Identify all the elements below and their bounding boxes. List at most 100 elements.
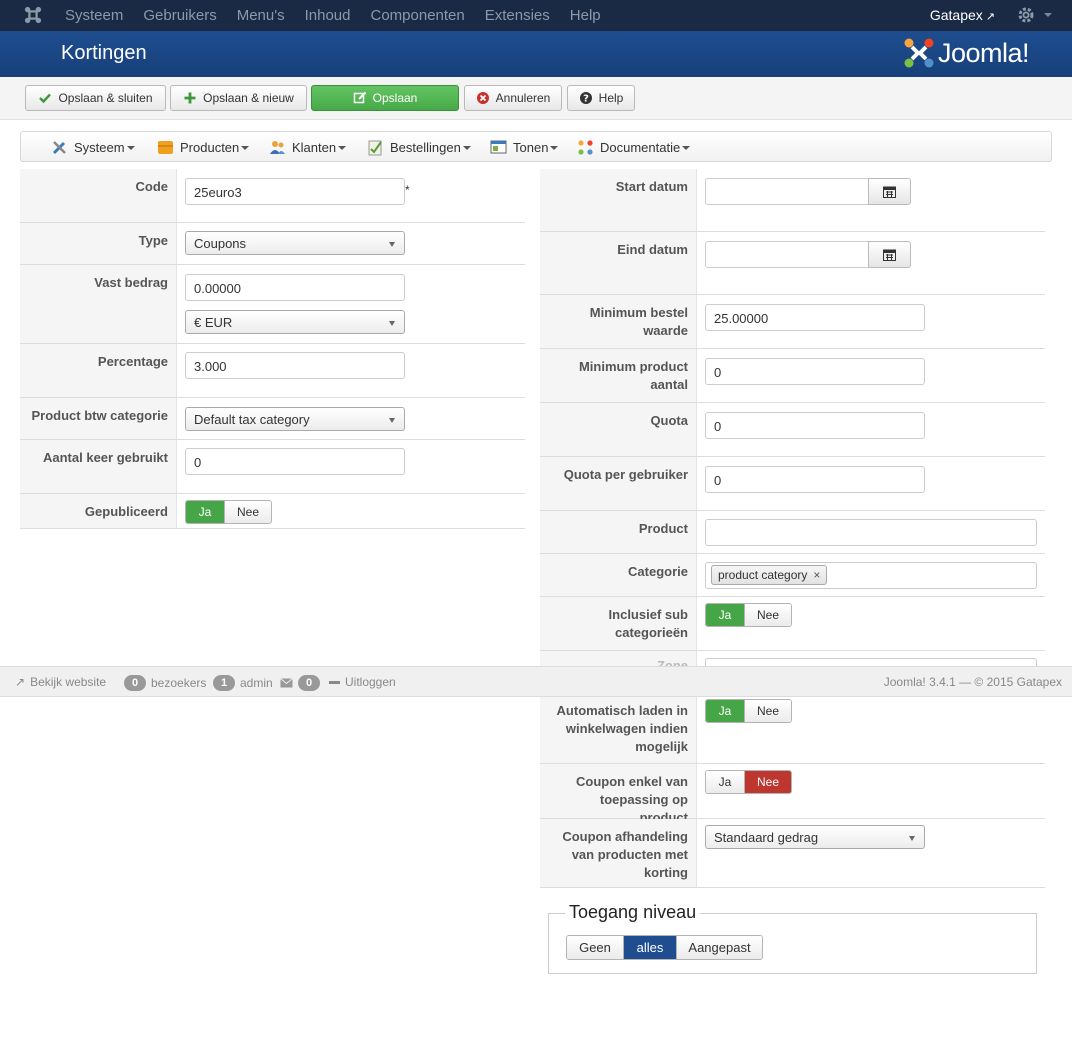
row-code: Code 25euro3 *	[20, 169, 525, 223]
cancel-label: Annuleren	[495, 91, 551, 105]
type-label: Type	[20, 223, 177, 264]
published-yes[interactable]: Ja	[186, 501, 224, 523]
visitors-indicator: 0 bezoekers	[124, 675, 206, 691]
min-product-input[interactable]: 0	[705, 358, 925, 385]
menu-item-componenten[interactable]: Componenten	[371, 7, 465, 24]
svg-text:?: ?	[583, 94, 589, 105]
end-date-input[interactable]	[705, 241, 869, 268]
tools-icon	[52, 141, 66, 155]
caret-down-icon	[682, 145, 691, 150]
quota-input[interactable]: 0	[705, 412, 925, 439]
row-min-product: Minimum product aantal 0	[540, 349, 1045, 403]
admin-indicator: 1 admin	[213, 675, 273, 691]
zone-input[interactable]	[705, 658, 1037, 666]
row-times-used: Aantal keer gebruikt 0	[20, 440, 525, 494]
auto-load-no[interactable]: Nee	[744, 700, 791, 722]
menu-item-extensies[interactable]: Extensies	[485, 7, 550, 24]
menu-item-inhoud[interactable]: Inhoud	[305, 7, 351, 24]
remove-tag-icon[interactable]: ×	[813, 568, 820, 584]
gear-icon[interactable]	[1016, 5, 1036, 25]
save-label: Opslaan	[372, 91, 418, 105]
view-site-link[interactable]: ↗ Bekijk website	[15, 675, 106, 689]
row-type: Type Coupons	[20, 223, 525, 265]
access-fieldset: Toegang niveau Geen alles Aangepast	[548, 902, 1037, 974]
coupon-product-yes[interactable]: Ja	[706, 771, 744, 793]
help-circle-icon: ?	[579, 92, 592, 105]
type-select[interactable]: Coupons	[185, 231, 405, 255]
select-arrow-icon	[389, 242, 395, 247]
access-button-group: Geen alles Aangepast	[566, 935, 763, 960]
fixed-amount-input[interactable]: 0.00000	[185, 274, 405, 301]
chevron-down-icon[interactable]	[1044, 13, 1052, 17]
coupon-product-no[interactable]: Nee	[744, 771, 791, 793]
select-arrow-icon	[909, 836, 915, 841]
joomla-small-icon	[578, 140, 593, 155]
access-option-geen[interactable]: Geen	[567, 936, 623, 959]
include-sub-toggle: Ja Nee	[705, 603, 792, 627]
cmenu-documentatie[interactable]: Documentatie	[577, 139, 691, 156]
menu-item-help[interactable]: Help	[570, 7, 601, 24]
times-used-input[interactable]: 0	[185, 448, 405, 475]
menu-item-menus[interactable]: Menu's	[237, 7, 285, 24]
check-icon	[39, 93, 52, 104]
cmenu-systeem[interactable]: Systeem	[51, 139, 135, 156]
title-bar: Kortingen Joomla!	[0, 31, 1072, 77]
cmenu-bestellingen[interactable]: Bestellingen	[367, 139, 471, 156]
save-new-button[interactable]: Opslaan & nieuw	[170, 85, 307, 111]
caret-down-icon	[126, 145, 135, 150]
cmenu-bestellingen-label: Bestellingen	[390, 140, 461, 155]
product-input[interactable]	[705, 519, 1037, 546]
tax-category-label: Product btw categorie	[20, 398, 177, 439]
site-link[interactable]: Gatapex ↗	[930, 7, 995, 23]
access-option-alles[interactable]: alles	[623, 936, 676, 959]
start-date-input[interactable]	[705, 178, 869, 205]
code-input[interactable]: 25euro3	[185, 178, 405, 205]
cmenu-tonen[interactable]: Tonen	[490, 139, 559, 156]
row-coupon-product: Coupon enkel van toepassing op product J…	[540, 764, 1045, 825]
percentage-input[interactable]: 3.000	[185, 352, 405, 379]
joomla-logo-icon[interactable]	[24, 6, 42, 24]
type-value: Coupons	[194, 236, 247, 251]
start-date-calendar-button[interactable]	[868, 178, 911, 205]
coupon-handling-value: Standaard gedrag	[714, 830, 819, 845]
save-button[interactable]: Opslaan	[311, 85, 459, 111]
cmenu-klanten[interactable]: Klanten	[269, 139, 347, 156]
view-site-label: Bekijk website	[30, 675, 107, 689]
cancel-button[interactable]: Annuleren	[464, 85, 562, 111]
coupon-product-toggle: Ja Nee	[705, 770, 792, 794]
coupon-product-label: Coupon enkel van toepassing op product	[540, 764, 697, 825]
category-multiselect[interactable]: product category ×	[705, 562, 1037, 589]
row-auto-load: Automatisch laden in winkelwagen indien …	[540, 697, 1045, 764]
coupon-handling-select[interactable]: Standaard gedrag	[705, 825, 925, 849]
main-menu: Systeem Gebruikers Menu's Inhoud Compone…	[65, 0, 601, 31]
tax-category-select[interactable]: Default tax category	[185, 407, 405, 431]
messages-indicator[interactable]: 0	[280, 675, 320, 691]
row-product: Product	[540, 511, 1045, 554]
cmenu-producten[interactable]: Producten	[157, 139, 250, 156]
auto-load-toggle: Ja Nee	[705, 699, 792, 723]
menu-item-gebruikers[interactable]: Gebruikers	[143, 7, 216, 24]
brand-wordmark: Joomla!	[938, 37, 1030, 68]
users-icon	[270, 141, 285, 154]
zone-label: Zone	[540, 651, 697, 666]
end-date-calendar-button[interactable]	[868, 241, 911, 268]
external-link-icon: ↗	[985, 11, 995, 23]
currency-value: € EUR	[194, 315, 233, 330]
published-toggle: Ja Nee	[185, 500, 272, 524]
admin-label: admin	[240, 676, 273, 690]
min-order-input[interactable]: 25.00000	[705, 304, 925, 331]
caret-down-icon	[338, 145, 347, 150]
logout-link[interactable]: Uitloggen	[329, 675, 396, 689]
published-no[interactable]: Nee	[224, 501, 271, 523]
save-close-button[interactable]: Opslaan & sluiten	[25, 85, 166, 111]
auto-load-yes[interactable]: Ja	[706, 700, 744, 722]
access-option-aangepast[interactable]: Aangepast	[676, 936, 762, 959]
envelope-icon	[280, 678, 293, 688]
help-button[interactable]: ? Help	[567, 85, 635, 111]
include-sub-no[interactable]: Nee	[744, 604, 791, 626]
include-sub-label: Inclusief sub categorieën	[540, 597, 697, 650]
include-sub-yes[interactable]: Ja	[706, 604, 744, 626]
quota-user-input[interactable]: 0	[705, 466, 925, 493]
currency-select[interactable]: € EUR	[185, 310, 405, 334]
menu-item-systeem[interactable]: Systeem	[65, 7, 123, 24]
